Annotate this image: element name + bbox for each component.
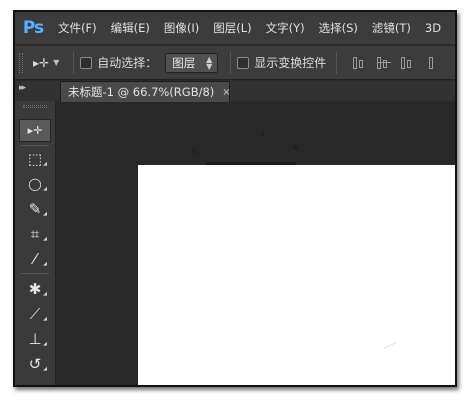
quick-selection-icon: ✎: [28, 199, 42, 218]
tool-flyout-indicator: ◢: [43, 291, 47, 297]
watermark-mark: ▪: [191, 146, 197, 155]
watermark-mark: ▪: [293, 142, 299, 151]
close-icon[interactable]: ×: [222, 87, 230, 98]
photoshop-logo: Ps: [22, 18, 44, 38]
show-transform-controls-checkbox[interactable]: [237, 56, 250, 69]
history-brush-tool-button[interactable]: ↺ ◢: [19, 352, 51, 375]
auto-select-target-value: 图层: [172, 55, 196, 70]
align-left-icon[interactable]: [429, 56, 443, 70]
document-workspace[interactable]: ▪ ✦ ▪: [56, 102, 455, 385]
options-separator: [230, 51, 232, 74]
move-tool-icon: ▸✛: [33, 55, 50, 70]
tool-flyout-indicator: ◢: [43, 211, 47, 217]
menu-edit[interactable]: 编辑(E): [111, 20, 150, 36]
lasso-tool-button[interactable]: ◯ ◢: [19, 172, 51, 195]
brush-tool-button[interactable]: ⟋ ◢: [19, 302, 51, 325]
menu-select[interactable]: 选择(S): [319, 20, 358, 36]
align-top-icon[interactable]: [353, 56, 367, 70]
eraser-tool-button[interactable]: ▱: [19, 375, 51, 387]
show-transform-controls-label: 显示变换控件: [254, 56, 327, 70]
tool-separator: [21, 273, 49, 274]
canvas-faint-mark: [383, 342, 397, 349]
chevron-down-icon: ▼: [53, 58, 60, 67]
eraser-icon: ▱: [29, 377, 41, 387]
menu-3d[interactable]: 3D: [425, 21, 441, 35]
menu-filter[interactable]: 滤镜(T): [372, 20, 411, 36]
tool-separator: [21, 145, 49, 146]
quick-selection-tool-button[interactable]: ✎ ◢: [19, 197, 51, 220]
photoshop-window: Ps 文件(F) 编辑(E) 图像(I) 图层(L) 文字(Y) 选择(S) 滤…: [13, 10, 457, 387]
crop-icon: ⌗: [30, 224, 40, 243]
menu-layer[interactable]: 图层(L): [213, 20, 251, 36]
document-tab[interactable]: 未标题-1 @ 66.7%(RGB/8) ×: [60, 81, 231, 102]
tool-flyout-indicator: ◢: [43, 366, 47, 372]
tool-preset-picker[interactable]: ▸✛ ▼: [33, 56, 59, 70]
tools-panel-grip[interactable]: [23, 105, 47, 108]
eyedropper-tool-button[interactable]: ⁄ ◢: [19, 247, 51, 270]
menu-bar: Ps 文件(F) 编辑(E) 图像(I) 图层(L) 文字(Y) 选择(S) 滤…: [15, 12, 455, 45]
clone-stamp-icon: ⊥: [28, 329, 42, 348]
auto-select-target-dropdown[interactable]: 图层 ▲ ▼: [165, 52, 219, 73]
stepper-arrows-icon: ▲ ▼: [206, 54, 213, 71]
menu-image[interactable]: 图像(I): [164, 20, 199, 36]
move-tool-button[interactable]: ▸✛: [19, 119, 51, 142]
options-separator: [336, 51, 338, 74]
expand-panels-icon[interactable]: ▸▸: [19, 83, 26, 93]
history-brush-icon: ↺: [28, 354, 42, 373]
align-bottom-icon[interactable]: [401, 56, 415, 70]
document-tab-title: 未标题-1 @ 66.7%(RGB/8): [68, 85, 215, 99]
document-canvas[interactable]: [138, 165, 455, 385]
marquee-tool-button[interactable]: ⬚ ◢: [19, 147, 51, 170]
tool-flyout-indicator: ◢: [43, 161, 47, 167]
spot-healing-icon: ✱: [28, 279, 42, 298]
brush-icon: ⟋: [29, 304, 41, 323]
menu-type[interactable]: 文字(Y): [266, 20, 305, 36]
tools-panel: ▸✛ ⬚ ◢ ◯ ◢ ✎ ◢ ⌗ ◢ ⁄ ◢ ✱ ◢ ⟋ ◢ ⊥ ◢ ↺ ◢ ▱: [15, 101, 56, 387]
auto-select-checkbox[interactable]: [80, 56, 93, 69]
tool-flyout-indicator: ◢: [43, 236, 47, 242]
crop-tool-button[interactable]: ⌗ ◢: [19, 222, 51, 245]
lasso-icon: ◯: [28, 176, 42, 191]
move-tool-icon: ▸✛: [27, 124, 43, 137]
clone-stamp-tool-button[interactable]: ⊥ ◢: [19, 327, 51, 350]
rectangular-marquee-icon: ⬚: [27, 149, 43, 168]
eyedropper-icon: ⁄: [33, 249, 37, 268]
options-bar: ▸✛ ▼ 自动选择： 图层 ▲ ▼ 显示变换控件: [15, 46, 455, 80]
watermark-mark: ✦: [259, 130, 267, 140]
align-vertical-center-icon[interactable]: [377, 56, 392, 70]
menu-file[interactable]: 文件(F): [58, 20, 97, 36]
tool-flyout-indicator: ◢: [43, 186, 47, 192]
tool-flyout-indicator: ◢: [43, 316, 47, 322]
options-separator: [73, 51, 75, 74]
auto-select-label: 自动选择：: [97, 56, 158, 70]
options-bar-grip[interactable]: [19, 52, 23, 73]
healing-tool-button[interactable]: ✱ ◢: [19, 277, 51, 300]
tool-flyout-indicator: ◢: [43, 341, 47, 347]
tool-flyout-indicator: ◢: [43, 261, 47, 267]
